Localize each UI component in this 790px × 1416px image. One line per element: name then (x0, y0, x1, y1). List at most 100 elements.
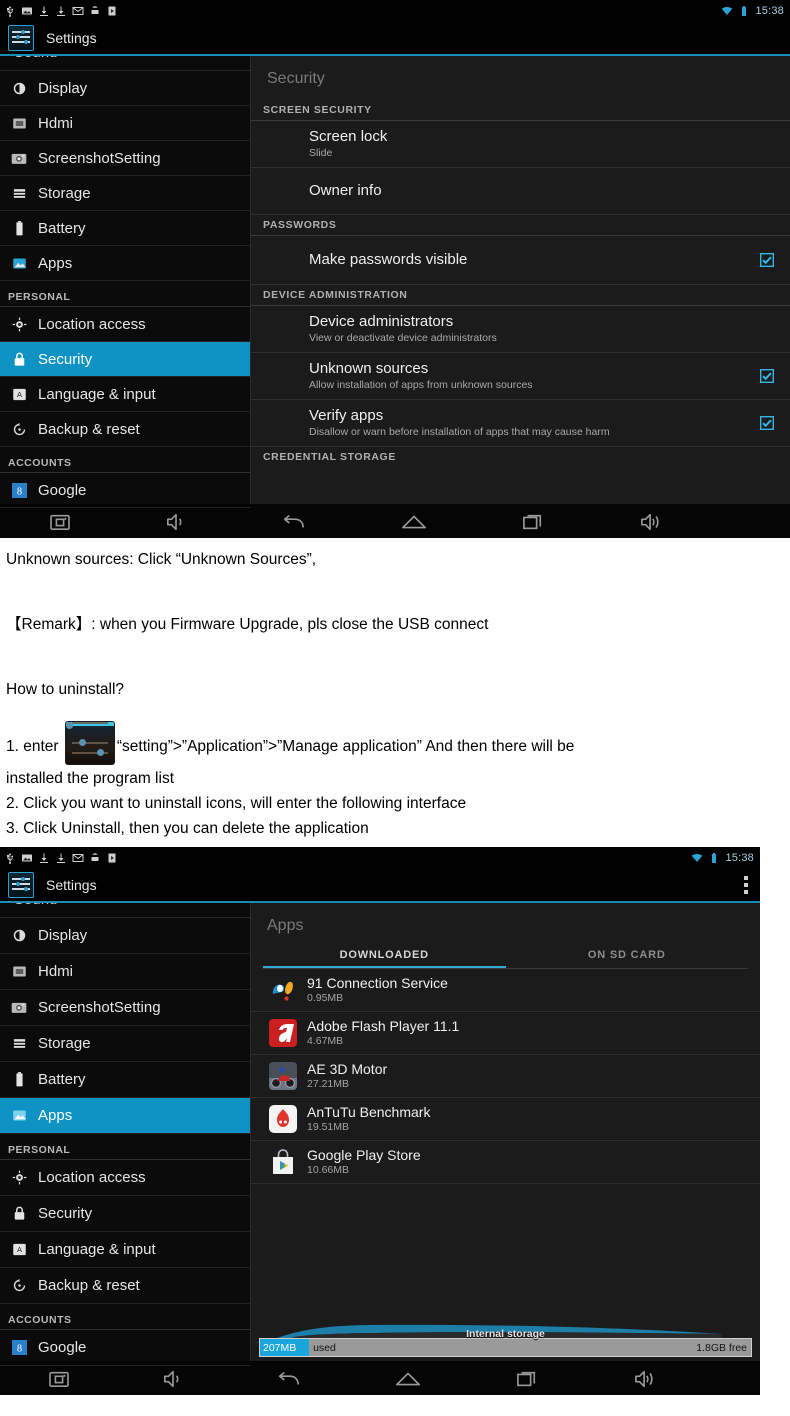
sidebar-item-screenshotsetting[interactable]: ScreenshotSetting (0, 141, 250, 176)
sidebar-item-screenshotsetting[interactable]: ScreenshotSetting (0, 990, 250, 1026)
checkbox-checked-icon[interactable] (760, 416, 774, 430)
sidebar-item-label: Apps (38, 1107, 73, 1124)
overflow-menu-icon[interactable] (744, 876, 748, 894)
sidebar-item-sound[interactable]: Sound (0, 56, 250, 71)
settings-sidebar[interactable]: Sound Display Hdmi ScreenshotSetting (0, 56, 251, 508)
sidebar-item-hdmi[interactable]: Hdmi (0, 954, 250, 990)
sidebar-item-location-access[interactable]: Location access (0, 307, 250, 342)
recents-icon (517, 1371, 536, 1387)
nav-back-button[interactable] (228, 1369, 348, 1389)
section-header-device-administration: DEVICE ADMINISTRATION (251, 285, 790, 306)
system-navigation-bar[interactable] (0, 504, 790, 538)
battery-icon (10, 1072, 28, 1087)
prose-step-2: 2. Click you want to uninstall icons, wi… (6, 795, 467, 812)
sidebar-item-display[interactable]: Display (0, 71, 250, 106)
download-icon (40, 853, 48, 863)
pref-title: Unknown sources (309, 360, 429, 377)
app-bar-title: Settings (46, 877, 97, 893)
sidebar-item-sound[interactable]: Sound (0, 903, 250, 918)
nav-recents-button[interactable] (468, 1369, 586, 1389)
lock-icon (10, 352, 28, 367)
list-item[interactable]: Adobe Flash Player 11.1 4.67MB (251, 1012, 760, 1055)
sidebar-item-storage[interactable]: Storage (0, 1026, 250, 1062)
sidebar-item-security[interactable]: Security (0, 1196, 250, 1232)
nav-volume-up-button[interactable] (586, 1369, 704, 1389)
gmail-icon (72, 854, 84, 862)
sidebar-item-apps[interactable]: Apps (0, 1098, 250, 1134)
sidebar-item-label: Security (38, 1205, 93, 1222)
battery-icon (712, 853, 717, 863)
nav-volume-up-button[interactable] (592, 512, 710, 532)
svg-text:A: A (16, 390, 21, 399)
app-size: 4.67MB (307, 1035, 344, 1047)
sidebar-item-backup-reset[interactable]: Backup & reset (0, 1268, 250, 1304)
sidebar-item-google[interactable]: 8 Google (0, 1330, 250, 1366)
nav-volume-down-button[interactable] (120, 512, 232, 532)
tab-downloaded[interactable]: DOWNLOADED (263, 943, 506, 968)
storage-used-value: 207MB (263, 1341, 297, 1354)
sidebar-item-label: Backup & reset (38, 420, 140, 438)
checkbox-checked-icon[interactable] (760, 253, 774, 267)
settings-icon[interactable] (8, 25, 34, 51)
sidebar-item-backup-reset[interactable]: Backup & reset (0, 412, 250, 447)
app-name: Adobe Flash Player 11.1 (307, 1018, 460, 1034)
settings-security-screenshot: 15:38 Settings Sound Display Hdmi (0, 0, 790, 538)
checkbox-checked-icon[interactable] (760, 369, 774, 383)
restore-icon (10, 422, 28, 437)
pref-owner-info[interactable]: Owner info (251, 168, 790, 215)
apps-tabs[interactable]: DOWNLOADED ON SD CARD (263, 941, 748, 969)
sidebar-item-security[interactable]: Security (0, 342, 250, 377)
nav-back-button[interactable] (232, 512, 354, 532)
monitor-icon (10, 116, 28, 131)
nav-screenshot-button[interactable] (0, 513, 120, 531)
pref-verify-apps[interactable]: Verify apps Disallow or warn before inst… (251, 400, 790, 447)
android-icon (91, 6, 99, 14)
nav-volume-down-button[interactable] (118, 1369, 228, 1389)
sidebar-item-location-access[interactable]: Location access (0, 1160, 250, 1196)
sidebar-item-battery[interactable]: Battery (0, 211, 250, 246)
sidebar-item-apps[interactable]: Apps (0, 246, 250, 281)
list-item[interactable]: AnTuTu Benchmark 19.51MB (251, 1098, 760, 1141)
sidebar-item-label: Storage (38, 1035, 91, 1052)
sidebar-item-hdmi[interactable]: Hdmi (0, 106, 250, 141)
security-detail-pane: Security SCREEN SECURITY Screen lock Sli… (251, 56, 790, 504)
section-header-passwords: PASSWORDS (251, 215, 790, 236)
sidebar-item-label: Google (38, 1339, 87, 1356)
system-navigation-bar[interactable] (0, 1361, 760, 1395)
sidebar-item-label: ScreenshotSetting (38, 149, 161, 167)
status-bar-right: 15:38 (721, 5, 784, 17)
nav-screenshot-button[interactable] (0, 1370, 118, 1388)
pref-screen-lock[interactable]: Screen lock Slide (251, 121, 790, 168)
pref-device-administrators[interactable]: Device administrators View or deactivate… (251, 306, 790, 353)
nav-home-button[interactable] (348, 1370, 468, 1388)
list-item[interactable]: AE 3D Motor 27.21MB (251, 1055, 760, 1098)
battery-icon (10, 220, 28, 236)
sidebar-item-storage[interactable]: Storage (0, 176, 250, 211)
sidebar-item-language-input[interactable]: A Language & input (0, 377, 250, 412)
sidebar-item-display[interactable]: Display (0, 918, 250, 954)
sidebar-item-label: Battery (38, 1071, 86, 1088)
play-store-icon (108, 853, 116, 863)
list-item[interactable]: Google Play Store 10.66MB (251, 1141, 760, 1184)
home-icon (402, 515, 426, 529)
sidebar-item-battery[interactable]: Battery (0, 1062, 250, 1098)
settings-icon[interactable] (8, 872, 34, 898)
pref-make-passwords-visible[interactable]: Make passwords visible (251, 236, 790, 285)
prose-step-1-suffix: “setting”>”Application”>”Manage applicat… (116, 738, 575, 755)
nav-home-button[interactable] (354, 513, 474, 531)
nav-recents-button[interactable] (474, 512, 592, 532)
page-title: Apps (267, 917, 304, 934)
sidebar-item-google[interactable]: 8 Google (0, 473, 250, 508)
app-size: 0.95MB (307, 992, 344, 1004)
list-item[interactable]: 91 Connection Service 0.95MB (251, 969, 760, 1012)
pref-unknown-sources[interactable]: Unknown sources Allow installation of ap… (251, 353, 790, 400)
tab-on-sd-card[interactable]: ON SD CARD (506, 943, 749, 968)
status-bar-right: 15:38 (691, 852, 754, 864)
recents-icon (523, 514, 542, 530)
sidebar-item-language-input[interactable]: A Language & input (0, 1232, 250, 1268)
sidebar-item-label: Backup & reset (38, 1277, 140, 1294)
wifi-icon (692, 854, 703, 862)
settings-sidebar[interactable]: Sound Display Hdmi ScreenshotSetting (0, 903, 251, 1366)
keyboard-icon: A (10, 387, 28, 402)
status-bar: 15:38 (0, 847, 760, 869)
